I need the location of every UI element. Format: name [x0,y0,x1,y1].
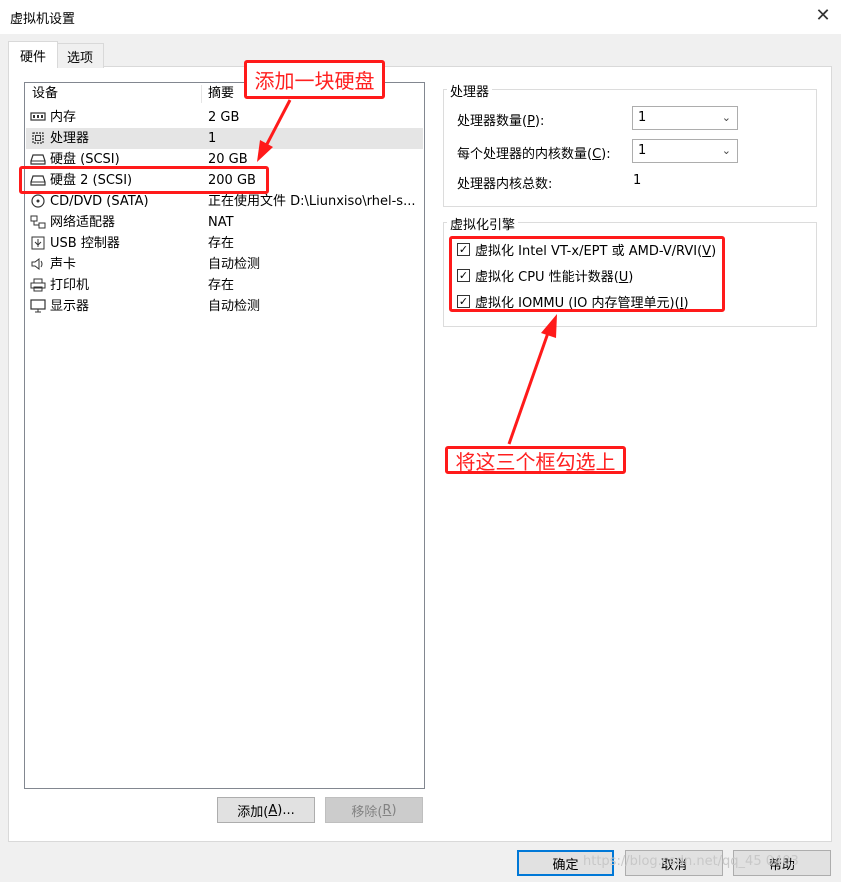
arrow-to-disk-2 [264,99,292,147]
arrow-to-checkboxes [507,329,551,445]
annotation-arrows [257,99,557,445]
arrow-to-checkboxes-head [541,314,557,338]
watermark: https://blog.csdn.net/qq_45 0403 [583,854,799,869]
arrow-to-disk-2-head [257,140,273,162]
tab-hardware[interactable]: 硬件 [8,41,58,68]
